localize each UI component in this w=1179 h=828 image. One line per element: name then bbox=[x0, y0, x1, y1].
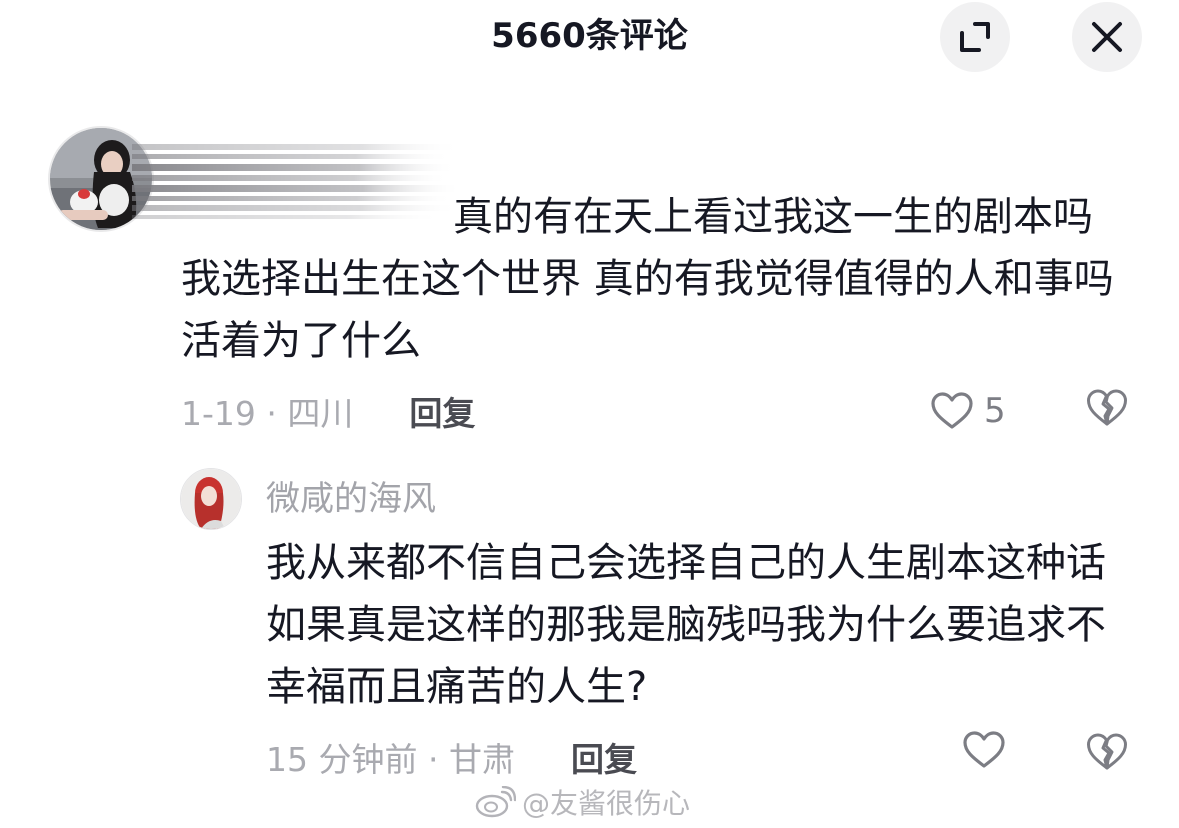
weibo-logo-icon bbox=[475, 786, 516, 818]
close-button[interactable] bbox=[1072, 2, 1142, 72]
reply-avatar[interactable] bbox=[180, 468, 242, 530]
heart-icon bbox=[963, 731, 1005, 768]
comment-text-line1: 真的有在天上看过我这一生的剧 bbox=[453, 194, 1013, 240]
reply-dislike-button[interactable] bbox=[1086, 732, 1128, 776]
close-icon bbox=[1092, 22, 1122, 52]
expand-icon bbox=[960, 22, 990, 52]
comment-date-location: 1-19 · 四川 bbox=[181, 394, 354, 433]
reply-reply-button[interactable]: 回复 bbox=[571, 733, 637, 781]
broken-heart-icon bbox=[1087, 389, 1127, 426]
watermark: @友酱很伤心 bbox=[474, 780, 690, 824]
comment-meta: 1-19 · 四川 回复 bbox=[181, 386, 475, 436]
reply-like-button[interactable] bbox=[962, 730, 1006, 774]
reply-button[interactable]: 回复 bbox=[409, 387, 475, 435]
reply-username[interactable]: 微咸的海风 bbox=[266, 474, 436, 524]
like-button[interactable]: 5 bbox=[930, 386, 1006, 436]
comments-panel: 5660条评论 真的有在天上看过我这一生的剧本吗 我选择出生在这个世界 真的有我… bbox=[0, 0, 1179, 828]
heart-icon bbox=[931, 392, 973, 429]
reply-avatar-image bbox=[181, 469, 241, 529]
expand-button[interactable] bbox=[940, 2, 1010, 72]
broken-heart-icon bbox=[1087, 733, 1127, 770]
dislike-button[interactable] bbox=[1086, 388, 1128, 432]
reply-text: 我从来都不信自己会选择自己的人生剧本这种话如果真是这样的那我是脑残吗我为什么要追… bbox=[266, 540, 1106, 710]
reply-meta: 15 分钟前 · 甘肃 回复 bbox=[266, 732, 637, 782]
like-count: 5 bbox=[984, 391, 1006, 431]
reply-date-location: 15 分钟前 · 甘肃 bbox=[266, 740, 515, 779]
comment-text: 真的有在天上看过我这一生的剧本吗 我选择出生在这个世界 真的有我觉得值得的人和事… bbox=[181, 186, 1121, 372]
watermark-text: @友酱很伤心 bbox=[522, 787, 691, 820]
